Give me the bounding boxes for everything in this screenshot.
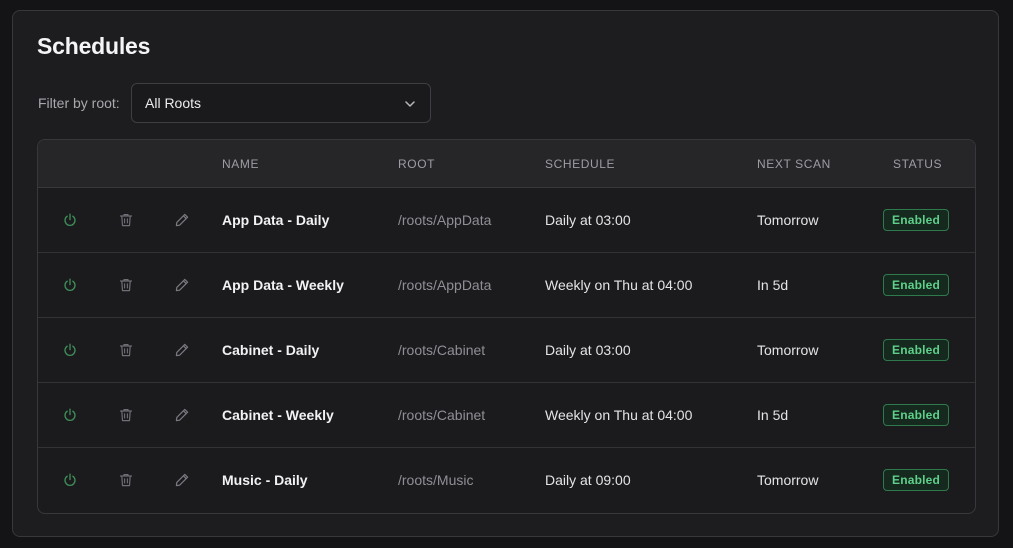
- pencil-icon[interactable]: [174, 407, 190, 423]
- trash-icon[interactable]: [118, 212, 134, 228]
- trash-icon[interactable]: [118, 277, 134, 293]
- schedule-next-scan: In 5d: [757, 277, 789, 293]
- status-badge: Enabled: [883, 404, 950, 426]
- status-badge: Enabled: [883, 469, 950, 491]
- schedule-root: /roots/AppData: [398, 212, 492, 228]
- schedules-table: NAME ROOT SCHEDULE NEXT SCAN STATUS App …: [37, 139, 976, 514]
- table-row: App Data - Weekly /roots/AppData Weekly …: [38, 253, 975, 318]
- schedule-frequency: Daily at 03:00: [545, 342, 631, 358]
- schedule-root: /roots/AppData: [398, 277, 492, 293]
- pencil-icon[interactable]: [174, 277, 190, 293]
- table-header: NAME ROOT SCHEDULE NEXT SCAN STATUS: [38, 140, 975, 188]
- schedule-frequency: Weekly on Thu at 04:00: [545, 407, 693, 423]
- pencil-icon[interactable]: [174, 472, 190, 488]
- header-status: STATUS: [893, 157, 943, 171]
- pencil-icon[interactable]: [174, 342, 190, 358]
- schedule-name: Cabinet - Weekly: [222, 407, 334, 423]
- power-icon[interactable]: [62, 277, 78, 293]
- schedule-root: /roots/Cabinet: [398, 407, 486, 423]
- status-badge: Enabled: [883, 209, 950, 231]
- schedule-next-scan: Tomorrow: [757, 212, 819, 228]
- power-icon[interactable]: [62, 212, 78, 228]
- schedule-name: App Data - Daily: [222, 212, 330, 228]
- header-root: ROOT: [398, 157, 436, 171]
- chevron-down-icon: [403, 97, 417, 111]
- schedule-frequency: Daily at 09:00: [545, 472, 631, 488]
- power-icon[interactable]: [62, 342, 78, 358]
- schedule-frequency: Daily at 03:00: [545, 212, 631, 228]
- schedule-name: Cabinet - Daily: [222, 342, 320, 358]
- table-row: Cabinet - Daily /roots/Cabinet Daily at …: [38, 318, 975, 383]
- schedule-next-scan: Tomorrow: [757, 472, 819, 488]
- schedules-panel: Schedules Filter by root: All Roots NAME…: [12, 10, 999, 537]
- table-row: App Data - Daily /roots/AppData Daily at…: [38, 188, 975, 253]
- header-schedule: SCHEDULE: [545, 157, 616, 171]
- power-icon[interactable]: [62, 407, 78, 423]
- trash-icon[interactable]: [118, 342, 134, 358]
- filter-label: Filter by root:: [38, 95, 120, 111]
- table-row: Music - Daily /roots/Music Daily at 09:0…: [38, 448, 975, 513]
- schedule-frequency: Weekly on Thu at 04:00: [545, 277, 693, 293]
- page-title: Schedules: [37, 33, 151, 59]
- root-filter-value: All Roots: [145, 95, 202, 111]
- schedule-name: Music - Daily: [222, 472, 308, 488]
- root-filter-select[interactable]: All Roots: [131, 83, 431, 123]
- status-badge: Enabled: [883, 274, 950, 296]
- header-next-scan: NEXT SCAN: [757, 157, 831, 171]
- trash-icon[interactable]: [118, 472, 134, 488]
- schedule-name: App Data - Weekly: [222, 277, 344, 293]
- schedule-next-scan: Tomorrow: [757, 342, 819, 358]
- trash-icon[interactable]: [118, 407, 134, 423]
- power-icon[interactable]: [62, 472, 78, 488]
- schedule-next-scan: In 5d: [757, 407, 789, 423]
- schedule-root: /roots/Cabinet: [398, 342, 486, 358]
- schedule-root: /roots/Music: [398, 472, 474, 488]
- pencil-icon[interactable]: [174, 212, 190, 228]
- table-row: Cabinet - Weekly /roots/Cabinet Weekly o…: [38, 383, 975, 448]
- status-badge: Enabled: [883, 339, 950, 361]
- header-name: NAME: [222, 157, 260, 171]
